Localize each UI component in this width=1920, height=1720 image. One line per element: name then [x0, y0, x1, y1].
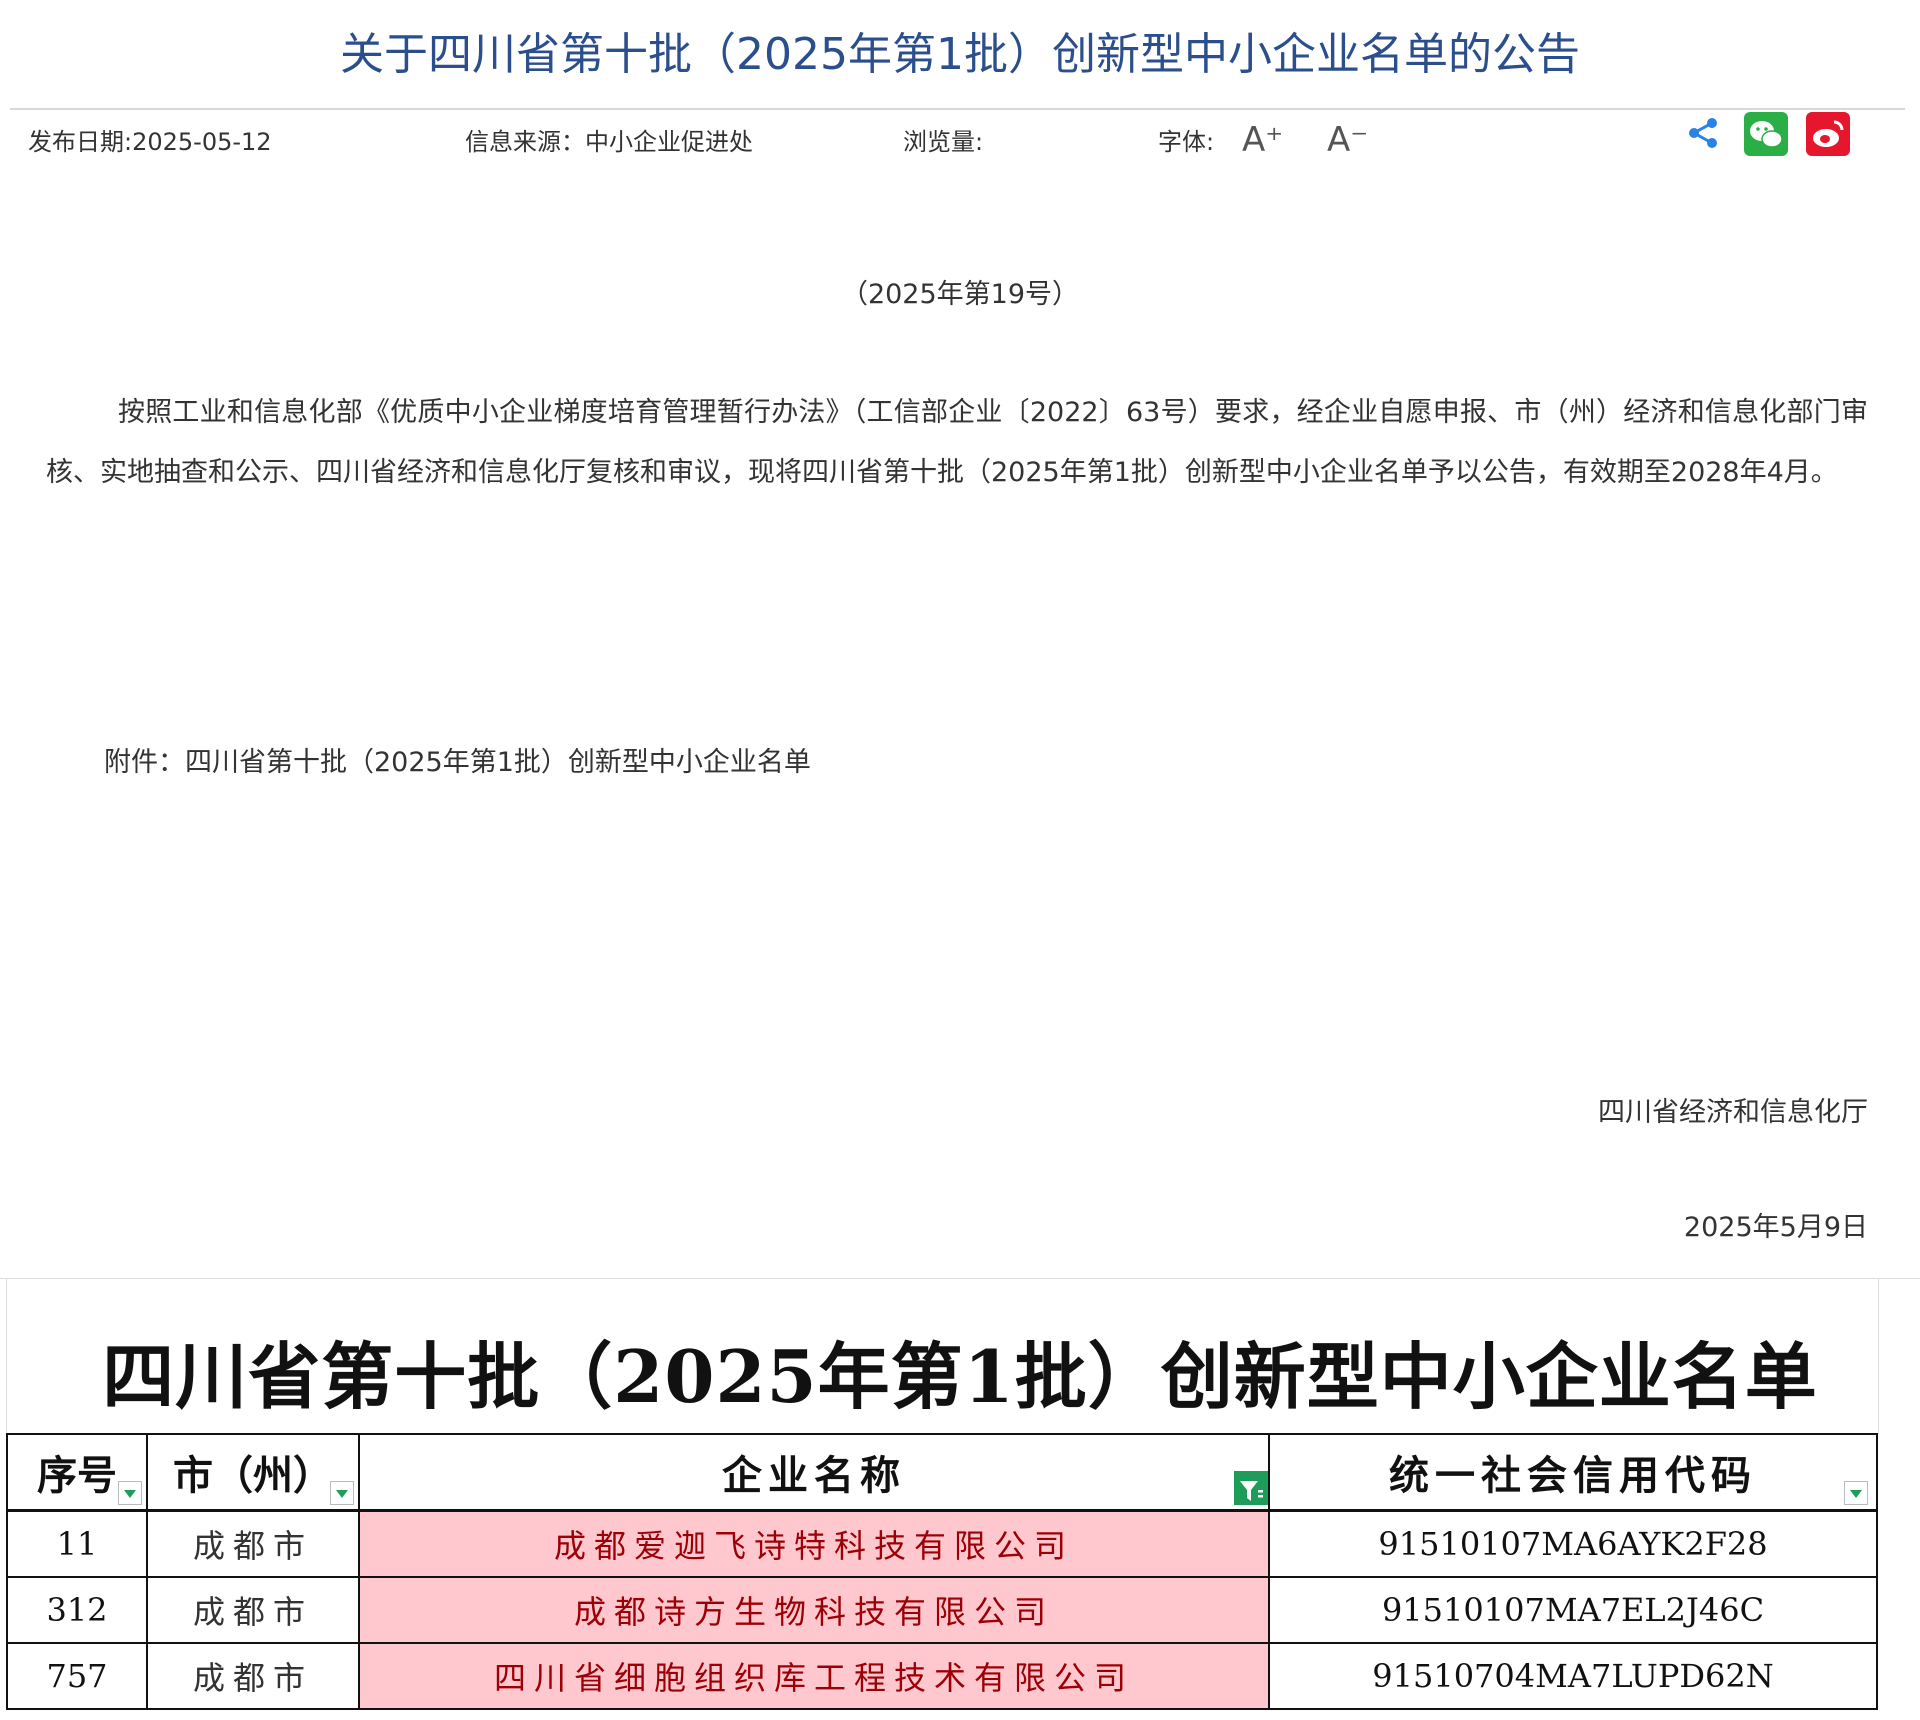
document-number: （2025年第19号） [840, 279, 1080, 310]
row-company-name: 四川省细胞组织库工程技术有限公司 [358, 1642, 1270, 1710]
announcement-body: 按照工业和信息化部《优质中小企业梯度培育管理暂行办法》（工信部企业〔2022〕6… [46, 397, 1868, 488]
font-decrease-button[interactable]: A⁻ [1327, 120, 1368, 160]
table-row: 757 成都市 四川省细胞组织库工程技术有限公司 91510704MA7LUPD… [6, 1642, 1878, 1710]
row-city: 成都市 [146, 1509, 360, 1578]
info-source: 信息来源：中小企业促进处 [465, 128, 753, 156]
row-city: 成都市 [146, 1642, 360, 1710]
filter-dropdown-icon[interactable] [330, 1481, 354, 1505]
filter-active-icon[interactable] [1234, 1471, 1268, 1505]
font-size-label: 字体: [1158, 128, 1215, 156]
table-header-row: 序号 市（州） 企业名称 统一社会信用代码 [6, 1433, 1878, 1512]
wechat-icon[interactable] [1744, 112, 1788, 160]
table-row: 11 成都市 成都爱迦飞诗特科技有限公司 91510107MA6AYK2F28 [6, 1509, 1878, 1578]
share-icon[interactable] [1686, 116, 1720, 154]
header-credit-code: 统一社会信用代码 [1268, 1433, 1878, 1512]
row-index: 11 [6, 1509, 148, 1578]
header-city: 市（州） [146, 1433, 360, 1512]
view-count: 浏览量: [903, 128, 984, 156]
row-credit-code: 91510704MA7LUPD62N [1268, 1642, 1878, 1710]
attachment-link[interactable]: 附件：四川省第十批（2025年第1批）创新型中小企业名单 [104, 740, 811, 779]
row-company-name: 成都爱迦飞诗特科技有限公司 [358, 1509, 1270, 1578]
weibo-icon[interactable] [1806, 112, 1850, 160]
header-company-name: 企业名称 [358, 1433, 1270, 1512]
row-credit-code: 91510107MA6AYK2F28 [1268, 1509, 1878, 1578]
table-row: 312 成都市 成都诗方生物科技有限公司 91510107MA7EL2J46C [6, 1576, 1878, 1644]
row-index: 757 [6, 1642, 148, 1710]
signature-date: 2025年5月9日 [1683, 1212, 1868, 1243]
spreadsheet-title: 四川省第十批（2025年第1批）创新型中小企业名单 [102, 1334, 1818, 1419]
row-credit-code: 91510107MA7EL2J46C [1268, 1576, 1878, 1644]
enterprise-table: 序号 市（州） 企业名称 统一社会信用代码 11 成都市 成都爱迦飞诗特科技有限… [6, 1433, 1878, 1710]
row-index: 312 [6, 1576, 148, 1644]
publish-date: 发布日期:2025-05-12 [28, 128, 272, 156]
font-increase-button[interactable]: A⁺ [1242, 120, 1283, 160]
row-city: 成都市 [146, 1576, 360, 1644]
filter-dropdown-icon[interactable] [1844, 1481, 1868, 1505]
divider [10, 108, 1905, 110]
filter-dropdown-icon[interactable] [118, 1481, 142, 1505]
row-company-name: 成都诗方生物科技有限公司 [358, 1576, 1270, 1644]
signature-org: 四川省经济和信息化厅 [1598, 1097, 1868, 1128]
page-title: 关于四川省第十批（2025年第1批）创新型中小企业名单的公告 [340, 29, 1580, 80]
header-index: 序号 [6, 1433, 148, 1512]
